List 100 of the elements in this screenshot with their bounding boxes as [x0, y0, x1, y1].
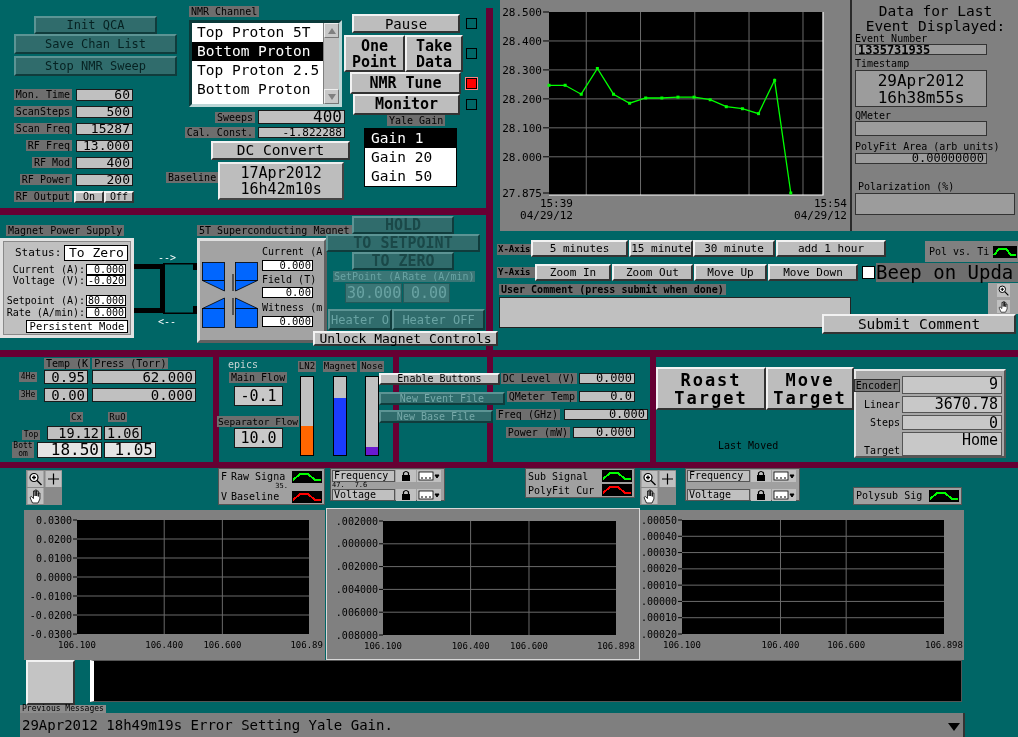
row-label: X-Axis	[497, 244, 531, 255]
time-range-button[interactable]: 30 minute	[693, 240, 775, 257]
time-range-button[interactable]: add 1 hour	[776, 240, 886, 257]
target-button[interactable]: Roast Target	[656, 367, 766, 410]
lock-icon[interactable]	[751, 489, 771, 501]
status-label: Status:	[15, 247, 62, 259]
axis-label: 106.400	[145, 640, 184, 650]
file-button[interactable]: Enable Buttons	[379, 373, 500, 385]
reading-label: Setpoint (A):	[5, 295, 85, 306]
time-range-button[interactable]: 15 minute	[629, 240, 693, 257]
comment-field[interactable]	[499, 297, 851, 328]
lock-icon[interactable]	[396, 470, 416, 482]
pressure-field: 0.000	[92, 388, 196, 402]
sensor-label: Top	[22, 430, 40, 440]
setting-field[interactable]: 60	[76, 89, 133, 101]
list-item[interactable]: Top Proton 2.5	[192, 61, 323, 80]
zoom-icon[interactable]	[995, 284, 1011, 298]
line-sample-icon	[929, 489, 959, 502]
axis-button[interactable]: Move Up	[694, 264, 767, 281]
reading-label: DC Level (V)	[500, 373, 577, 384]
axis-button[interactable]: Zoom Out	[612, 264, 693, 281]
toggle-button[interactable]: On	[74, 191, 104, 203]
target-button[interactable]: Move Target	[766, 367, 854, 410]
scroll-down-button[interactable]	[324, 89, 339, 104]
reading-field[interactable]: 0.000	[86, 307, 126, 318]
scrollbar[interactable]	[323, 23, 339, 104]
dropdown-icon[interactable]	[417, 489, 441, 501]
zoom-icon[interactable]	[641, 471, 658, 487]
axis-label: 28.300	[502, 63, 542, 77]
plot-name: Polysub Sig	[856, 490, 923, 501]
zoom-icon[interactable]	[27, 471, 44, 487]
data-point	[644, 96, 648, 100]
motor-field: 9	[902, 376, 1002, 394]
plus-icon[interactable]	[659, 471, 676, 487]
flow-label: Separator Flow	[217, 416, 300, 427]
scroll-up-button[interactable]	[324, 23, 339, 38]
timestamp-date: 17Apr2012	[240, 165, 322, 181]
setting-field[interactable]: 400	[76, 157, 133, 169]
magnet-coil-drawing	[202, 262, 258, 328]
time-range-button[interactable]: 5 minutes	[531, 240, 628, 257]
axis-label: .00050	[640, 514, 677, 526]
data-point	[611, 92, 615, 96]
pressure-field: 62.000	[92, 370, 196, 384]
square-button[interactable]	[26, 660, 75, 705]
plus-icon[interactable]	[45, 471, 62, 487]
setting-field[interactable]: 200	[76, 174, 133, 186]
gas-label: 4He	[19, 372, 37, 382]
info-field: 1335731935	[855, 44, 987, 55]
hand-icon[interactable]	[995, 299, 1011, 313]
list-item[interactable]: Gain 20	[365, 148, 456, 167]
hand-icon[interactable]	[27, 488, 44, 504]
setting-field[interactable]: 13.000	[76, 140, 133, 152]
panel-label: Magnet Power Supply	[6, 225, 125, 236]
column-label: Cx	[70, 412, 83, 422]
setting-field[interactable]: 15287	[76, 123, 133, 135]
list-item[interactable]: Top Proton 5T	[192, 23, 323, 42]
unlock-button[interactable]: Unlock Magnet Controls	[313, 331, 498, 346]
list-item[interactable]: Gain 1	[365, 129, 456, 148]
mode-button[interactable]: NMR Tune	[350, 72, 461, 94]
lock-icon[interactable]	[396, 489, 416, 501]
axis-label: 28.000	[502, 150, 542, 164]
axis-button[interactable]: Move Down	[768, 264, 858, 281]
panel-label: 5T Superconducting Magnet	[197, 225, 352, 236]
sensor-label: Bottom	[12, 442, 34, 458]
checkbox[interactable]	[862, 266, 875, 279]
list-item[interactable]: Gain 50	[365, 167, 456, 186]
constant-field[interactable]: -1.822288	[258, 127, 345, 138]
data-point	[708, 98, 712, 102]
checkbox-label: Beep on Upda	[876, 263, 1018, 282]
axis-label: 0.0200	[35, 533, 72, 545]
flow-label: Main Flow	[229, 372, 288, 383]
axis-button[interactable]: Zoom In	[535, 264, 611, 281]
reading-field[interactable]: -0.020	[86, 275, 126, 286]
sweeps-field[interactable]: 400	[258, 110, 345, 124]
motor-label: Steps	[869, 417, 900, 428]
mode-button[interactable]: One Point	[344, 35, 405, 72]
mode-button[interactable]: Monitor	[353, 94, 460, 115]
line-sample-icon	[602, 484, 632, 496]
mode-button[interactable]: Take Data	[405, 35, 463, 72]
temperature-field: 1.05	[104, 442, 156, 458]
info-title: Data for Last Event Displayed:	[864, 4, 1007, 34]
list-item[interactable]: Bottom Proton	[192, 42, 323, 61]
plot-name: Baseline	[231, 491, 280, 502]
plot-prefix: F	[221, 471, 229, 482]
list-item[interactable]: Bottom Proton	[192, 80, 323, 99]
submit-button[interactable]: Submit Comment	[822, 314, 1016, 334]
hand-icon[interactable]	[641, 488, 658, 504]
mode-button[interactable]: Pause	[352, 14, 460, 33]
dropdown-icon[interactable]	[772, 489, 796, 501]
dropdown-icon[interactable]	[417, 470, 441, 482]
caret-down-icon[interactable]	[948, 723, 960, 731]
dropdown-icon[interactable]	[772, 470, 796, 482]
setting-field[interactable]: 500	[76, 106, 133, 118]
motor-label: Encoder	[853, 378, 900, 392]
toggle-button[interactable]: Off	[104, 191, 134, 203]
convert-button[interactable]: DC Convert	[211, 141, 350, 160]
lock-icon[interactable]	[751, 470, 771, 482]
data-point	[563, 83, 567, 87]
reading-field[interactable]: 80.000	[86, 295, 126, 306]
message-dropdown[interactable]: 29Apr2012 18h49m19s Error Setting Yale Gain.	[20, 713, 965, 737]
